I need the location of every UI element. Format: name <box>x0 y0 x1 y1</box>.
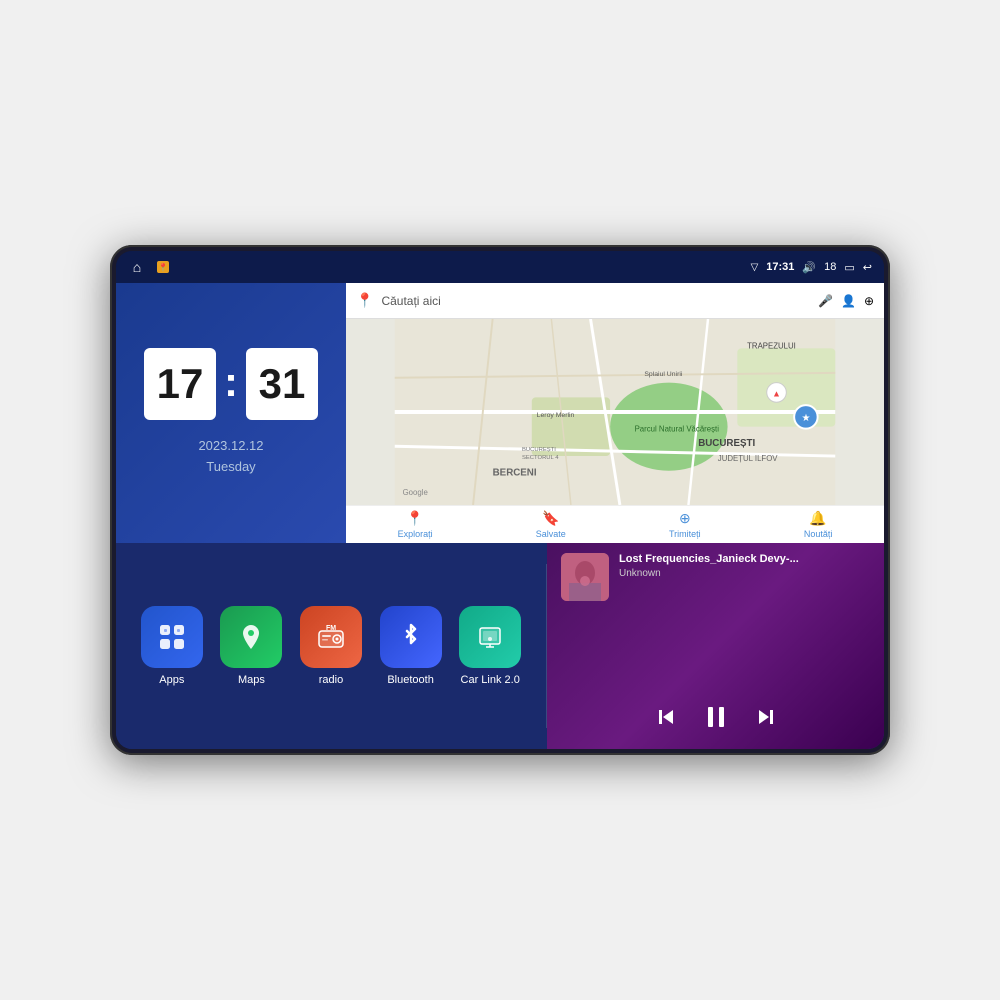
battery-level: 18 <box>824 261 836 273</box>
app-item-carlink[interactable]: Car Link 2.0 <box>459 606 521 686</box>
clock-date: 2023.12.12 Tuesday <box>198 436 263 478</box>
svg-text:📍: 📍 <box>158 262 168 272</box>
map-saved-tab[interactable]: 🔖 Salvate <box>536 510 566 539</box>
status-left-icons: ⌂ 📍 <box>128 258 172 276</box>
music-info: Lost Frequencies_Janieck Devy-... Unknow… <box>561 553 870 601</box>
carlink-icon <box>459 606 521 668</box>
radio-icon: FM <box>300 606 362 668</box>
svg-text:BUCUREȘTI: BUCUREȘTI <box>698 438 755 449</box>
prev-button[interactable] <box>654 705 678 729</box>
music-artist: Unknown <box>619 568 870 579</box>
screen: ⌂ 📍 ▽ 17:31 🔊 18 ▭ ↩ <box>116 251 884 749</box>
svg-text:Leroy Merlin: Leroy Merlin <box>537 412 575 419</box>
app-item-radio[interactable]: FM radio <box>300 606 362 686</box>
share-icon: ⊕ <box>679 510 691 527</box>
svg-text:▲: ▲ <box>772 388 781 398</box>
saved-icon: 🔖 <box>542 510 559 527</box>
music-controls <box>561 695 870 739</box>
apps-label: Apps <box>159 674 184 686</box>
car-display-device: ⌂ 📍 ▽ 17:31 🔊 18 ▭ ↩ <box>110 245 890 755</box>
maps-icon <box>220 606 282 668</box>
bluetooth-icon <box>380 606 442 668</box>
clock-display: 17 : 31 <box>144 348 318 420</box>
svg-text:★: ★ <box>802 413 811 424</box>
map-panel[interactable]: 📍 Căutați aici 🎤 👤 ⊕ <box>346 283 884 543</box>
map-explore-tab[interactable]: 📍 Explorați <box>398 510 433 539</box>
apps-panel: Apps Maps <box>116 543 546 749</box>
map-pin-icon: 📍 <box>356 292 373 309</box>
time-display: 17:31 <box>766 261 794 273</box>
music-title: Lost Frequencies_Janieck Devy-... <box>619 553 870 565</box>
clock-minutes: 31 <box>246 348 318 420</box>
radio-label: radio <box>319 674 343 686</box>
music-text: Lost Frequencies_Janieck Devy-... Unknow… <box>619 553 870 579</box>
play-pause-button[interactable] <box>702 703 730 731</box>
clock-colon: : <box>224 358 238 406</box>
status-right-info: ▽ 17:31 🔊 18 ▭ ↩ <box>751 261 872 274</box>
bluetooth-label: Bluetooth <box>387 674 433 686</box>
app-item-maps[interactable]: Maps <box>220 606 282 686</box>
saved-label: Salvate <box>536 529 566 539</box>
clock-hours: 17 <box>144 348 216 420</box>
main-content: 17 : 31 2023.12.12 Tuesday 📍 Căutați aic… <box>116 283 884 749</box>
maps-nav-icon[interactable]: 📍 <box>154 258 172 276</box>
status-bar: ⌂ 📍 ▽ 17:31 🔊 18 ▭ ↩ <box>116 251 884 283</box>
news-label: Noutăți <box>804 529 833 539</box>
map-search-bar: 📍 Căutați aici 🎤 👤 ⊕ <box>346 283 884 319</box>
explore-label: Explorați <box>398 529 433 539</box>
back-icon[interactable]: ↩ <box>863 261 872 274</box>
app-item-bluetooth[interactable]: Bluetooth <box>380 606 442 686</box>
user-icon[interactable]: 👤 <box>841 294 856 308</box>
explore-icon: 📍 <box>406 510 423 527</box>
map-bottom-bar: 📍 Explorați 🔖 Salvate ⊕ Trimiteți 🔔 <box>346 505 884 543</box>
gps-icon: ▽ <box>751 262 759 273</box>
svg-text:FM: FM <box>326 625 336 632</box>
svg-text:BERCENI: BERCENI <box>493 468 537 479</box>
settings-icon[interactable]: ⊕ <box>864 294 874 308</box>
maps-label: Maps <box>238 674 265 686</box>
home-icon[interactable]: ⌂ <box>128 258 146 276</box>
next-button[interactable] <box>754 705 778 729</box>
svg-text:BUCUREȘTI: BUCUREȘTI <box>522 447 556 453</box>
svg-text:SECTORUL 4: SECTORUL 4 <box>522 455 559 461</box>
carlink-label: Car Link 2.0 <box>461 674 520 686</box>
map-news-tab[interactable]: 🔔 Noutăți <box>804 510 833 539</box>
svg-text:Parcul Natural Văcărești: Parcul Natural Văcărești <box>635 425 720 434</box>
news-icon: 🔔 <box>809 510 826 527</box>
svg-text:Splaiul Unirii: Splaiul Unirii <box>644 371 683 378</box>
svg-text:TRAPEZULUI: TRAPEZULUI <box>747 341 796 350</box>
apps-icon <box>141 606 203 668</box>
share-label: Trimiteți <box>669 529 701 539</box>
mic-icon[interactable]: 🎤 <box>818 294 833 308</box>
svg-text:Google: Google <box>403 488 428 497</box>
bottom-section: Apps Maps <box>116 543 884 749</box>
svg-text:JUDEȚUL ILFOV: JUDEȚUL ILFOV <box>718 454 779 463</box>
clock-panel: 17 : 31 2023.12.12 Tuesday <box>116 283 346 543</box>
volume-icon: 🔊 <box>802 261 816 274</box>
app-item-apps[interactable]: Apps <box>141 606 203 686</box>
music-panel: Lost Frequencies_Janieck Devy-... Unknow… <box>547 543 884 749</box>
map-share-tab[interactable]: ⊕ Trimiteți <box>669 510 701 539</box>
map-body: BERCENI BUCUREȘTI JUDEȚUL ILFOV TRAPEZUL… <box>346 319 884 505</box>
window-icon: ▭ <box>844 261 854 274</box>
music-thumbnail <box>561 553 609 601</box>
top-section: 17 : 31 2023.12.12 Tuesday 📍 Căutați aic… <box>116 283 884 543</box>
map-search-input[interactable]: Căutați aici <box>381 294 810 308</box>
